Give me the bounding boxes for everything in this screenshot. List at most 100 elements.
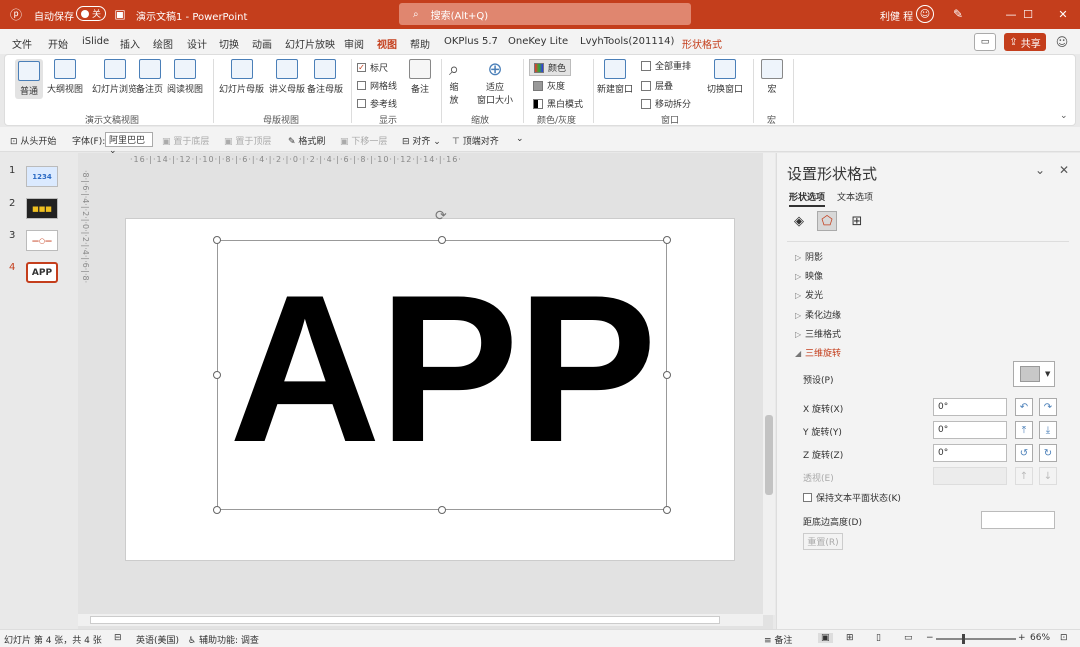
slide-thumbnail-1[interactable]: 1234 [26,166,58,187]
rotate-right-icon[interactable]: ↷ [1039,398,1057,416]
resize-handle[interactable] [663,506,671,514]
font-select[interactable]: 阿里巴巴 ⌄ [105,132,153,156]
resize-handle[interactable] [438,506,446,514]
share-button[interactable]: ⇪ 共享 [1004,33,1046,51]
distance-input[interactable] [981,511,1055,529]
fill-line-icon[interactable]: ◈ [789,211,809,231]
slide-sorter-icon[interactable]: ⊞ [846,633,854,643]
maximize-button[interactable]: ☐ [1011,0,1045,29]
horizontal-scrollbar[interactable] [78,614,763,626]
rotate-ccw-icon[interactable]: ↺ [1015,444,1033,462]
tab-okplus[interactable]: OKPlus 5.7 [444,36,498,47]
cascade-button[interactable]: 层叠 [641,79,673,92]
search-input[interactable]: ⌕ 搜索(Alt+Q) [399,3,691,25]
slide-sorter-button[interactable]: 幻灯片浏览 [92,59,137,95]
tab-file[interactable]: 文件 [12,36,32,51]
section-shadow[interactable]: ▷ 阴影 [795,250,823,263]
accessibility-status[interactable]: ♿ 辅助功能: 调查 [188,633,259,646]
x-rotation-input[interactable]: 0° [933,398,1007,416]
tab-transitions[interactable]: 切换 [219,36,239,51]
reading-view-button[interactable]: 阅读视图 [167,59,203,95]
resize-handle[interactable] [663,236,671,244]
section-3d-format[interactable]: ▷ 三维格式 [795,327,841,340]
notes-button[interactable]: 备注 [409,59,431,95]
comment-button[interactable]: ▭ [974,33,996,51]
effects-icon[interactable]: ⬠ [817,211,837,231]
autosave-toggle[interactable]: 关 [76,6,106,21]
pane-close-icon[interactable]: ✕ [1059,163,1069,177]
tab-text-options[interactable]: 文本选项 [837,190,873,203]
tab-lvyhtools[interactable]: LvyhTools(201114) [580,36,674,47]
language-status[interactable]: 英语(美国) [136,633,179,646]
format-painter-button[interactable]: ✎ 格式刷 [288,134,325,147]
zoom-slider[interactable] [936,634,1016,644]
bring-to-front-button[interactable]: ▣ 置于顶层 [224,134,271,147]
resize-handle[interactable] [438,236,446,244]
tab-shape-options[interactable]: 形状选项 [789,190,826,207]
section-reflection[interactable]: ▷ 映像 [795,269,823,282]
slideshow-icon[interactable]: ▭ [904,633,913,643]
guides-checkbox[interactable]: 参考线 [357,97,397,110]
tab-review[interactable]: 审阅 [344,36,364,51]
zoom-in-icon[interactable]: + [1018,633,1026,643]
pen-icon[interactable]: ✎ [950,6,966,22]
align-button[interactable]: ⊟ 对齐 ⌄ [402,134,441,147]
tab-home[interactable]: 开始 [48,36,68,51]
macros-button[interactable]: 宏 [761,59,783,95]
tab-onekey[interactable]: OneKey Lite [508,36,568,47]
black-white-button[interactable]: 黑白模式 [533,97,583,110]
slide-thumbnail-3[interactable]: —○— [26,230,58,251]
arrange-all-button[interactable]: 全部重排 [641,59,691,72]
section-glow[interactable]: ▷ 发光 [795,288,823,301]
from-start-button[interactable]: ⊡ 从头开始 [10,134,56,147]
resize-handle[interactable] [213,236,221,244]
notes-page-button[interactable]: 备注页 [136,59,163,95]
notes-master-button[interactable]: 备注母版 [307,59,343,95]
slide-text[interactable]: APP [217,254,667,484]
tab-islide[interactable]: iSlide [82,36,109,47]
rotate-down-icon[interactable]: ⤓ [1039,421,1057,439]
notes-toggle-button[interactable]: ≡ 备注 [764,633,792,646]
preset-dropdown[interactable]: ▼ [1013,361,1055,387]
color-button[interactable]: 颜色 [529,59,572,76]
rotate-cw-icon[interactable]: ↻ [1039,444,1057,462]
spellcheck-icon[interactable]: ⊟ [114,633,122,643]
outline-view-button[interactable]: 大纲视图 [47,59,83,95]
customize-qat-icon[interactable]: ⌄ [516,134,524,144]
rotate-up-icon[interactable]: ⤒ [1015,421,1033,439]
keep-text-flat-checkbox[interactable]: 保持文本平面状态(K) [803,491,901,504]
gridlines-checkbox[interactable]: 网格线 [357,79,397,92]
rotate-left-icon[interactable]: ↶ [1015,398,1033,416]
zoom-button[interactable]: ⌕ 缩 放 [449,59,459,106]
pane-options-icon[interactable]: ⌄ [1035,163,1045,177]
resize-handle[interactable] [663,371,671,379]
reset-button[interactable]: 重置(R) [803,533,843,550]
pane-scrollbar[interactable] [1069,243,1077,623]
vertical-scrollbar[interactable] [763,153,775,615]
slide-master-button[interactable]: 幻灯片母版 [219,59,264,95]
switch-window-button[interactable]: 切换窗口 [707,59,743,95]
z-rotation-input[interactable]: 0° [933,444,1007,462]
tab-help[interactable]: 帮助 [410,36,430,51]
size-properties-icon[interactable]: ⊞ [847,211,867,231]
tab-draw[interactable]: 绘图 [153,36,173,51]
reading-view-icon[interactable]: ▯ [876,633,881,643]
top-align-button[interactable]: ⊤ 顶端对齐 [452,134,499,147]
tab-design[interactable]: 设计 [187,36,207,51]
zoom-out-icon[interactable]: − [926,633,934,643]
slide-thumbnail-2[interactable]: ■■■ [26,198,58,219]
rotate-handle-icon[interactable]: ⟳ [435,208,447,224]
close-button[interactable]: ✕ [1046,0,1080,29]
fit-slide-icon[interactable]: ⊡ [1060,633,1068,643]
save-icon[interactable]: ▣ [112,6,128,22]
section-3d-rotation[interactable]: ◢ 三维旋转 [795,346,841,359]
tab-view[interactable]: 视图 [377,36,397,56]
normal-view-icon[interactable]: ▣ [818,633,833,643]
new-window-button[interactable]: 新建窗口 [597,59,633,95]
normal-view-button[interactable]: 普通 [15,59,43,99]
resize-handle[interactable] [213,371,221,379]
tab-shape-format[interactable]: 形状格式 [682,36,722,51]
zoom-level[interactable]: 66% [1030,633,1050,643]
feedback-icon[interactable]: ☺ [1054,34,1070,50]
ruler-checkbox[interactable]: ✓ 标尺 [357,61,388,74]
